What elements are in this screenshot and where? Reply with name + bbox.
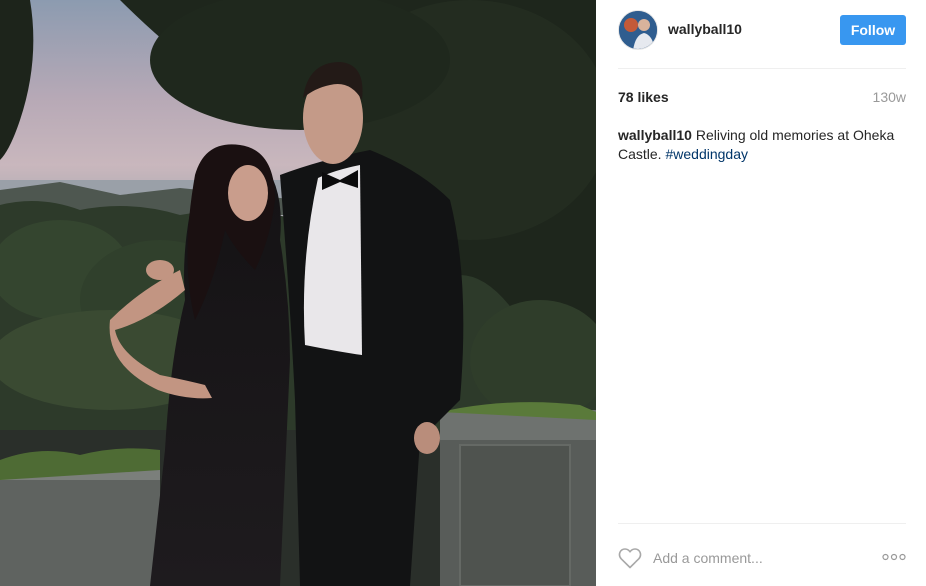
follow-button[interactable]: Follow bbox=[840, 15, 906, 45]
heart-icon[interactable] bbox=[618, 547, 642, 569]
post-side-panel: wallyball10 Follow 78 likes 130w wallyba… bbox=[596, 0, 926, 586]
add-comment-input[interactable] bbox=[653, 548, 853, 568]
photo-image bbox=[0, 0, 596, 586]
likes-count[interactable]: 78 likes bbox=[618, 89, 669, 105]
comments-divider bbox=[618, 523, 906, 524]
avatar[interactable] bbox=[618, 10, 658, 50]
caption-username[interactable]: wallyball10 bbox=[618, 127, 692, 143]
avatar-image bbox=[619, 11, 657, 49]
post-caption: wallyball10 Reliving old memories at Ohe… bbox=[618, 126, 908, 164]
post-photo[interactable] bbox=[0, 0, 596, 586]
post-timestamp[interactable]: 130w bbox=[873, 89, 906, 105]
post-header: wallyball10 Follow bbox=[618, 10, 906, 50]
header-divider bbox=[618, 68, 906, 69]
username-link[interactable]: wallyball10 bbox=[668, 21, 742, 37]
more-options-icon[interactable] bbox=[882, 551, 906, 563]
hashtag-link[interactable]: #weddingday bbox=[665, 146, 748, 162]
